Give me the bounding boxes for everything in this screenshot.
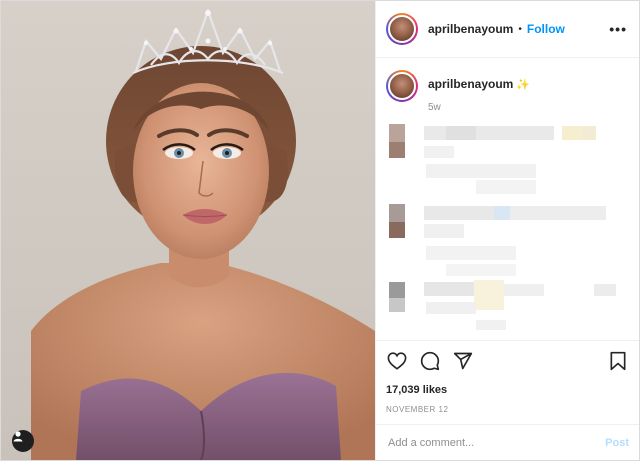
post-date: NOVEMBER 12 [386,405,449,414]
comment-form: Post [376,424,639,460]
separator-dot: • [518,23,522,35]
sparkle-emoji: ✨ [516,79,531,91]
portrait-image [31,7,375,460]
story-ring[interactable] [386,13,418,45]
header-username[interactable]: aprilbenayoum [428,22,513,36]
post-photo[interactable] [1,1,375,460]
comment-input[interactable] [386,435,606,450]
caption-text: aprilbenayoum ✨ [428,77,530,91]
post-side-panel: aprilbenayoum • Follow ••• aprilbenayoum… [375,1,639,460]
post-comment-button[interactable]: Post [605,437,629,449]
comment-icon[interactable] [419,350,441,372]
caption-username[interactable]: aprilbenayoum [428,77,513,91]
instagram-post: aprilbenayoum • Follow ••• aprilbenayoum… [0,0,640,461]
heart-icon[interactable] [386,350,408,372]
action-bar [376,340,639,380]
post-age: 5w [428,102,441,113]
caption-row: aprilbenayoum ✨ [386,70,629,102]
follow-button[interactable]: Follow [527,22,565,36]
caption-story-ring[interactable] [386,70,418,102]
bookmark-icon[interactable] [607,350,629,372]
likes-count[interactable]: 17,039 likes [376,380,639,396]
comments-section: aprilbenayoum ✨ 5w [376,58,639,340]
post-header: aprilbenayoum • Follow ••• [376,1,639,58]
caption-avatar[interactable] [388,72,416,100]
pixelated-comments [389,124,616,330]
more-options-icon[interactable]: ••• [609,21,629,37]
avatar[interactable] [388,15,416,43]
user-tag-button[interactable] [12,430,34,452]
paper-plane-icon[interactable] [452,350,474,372]
